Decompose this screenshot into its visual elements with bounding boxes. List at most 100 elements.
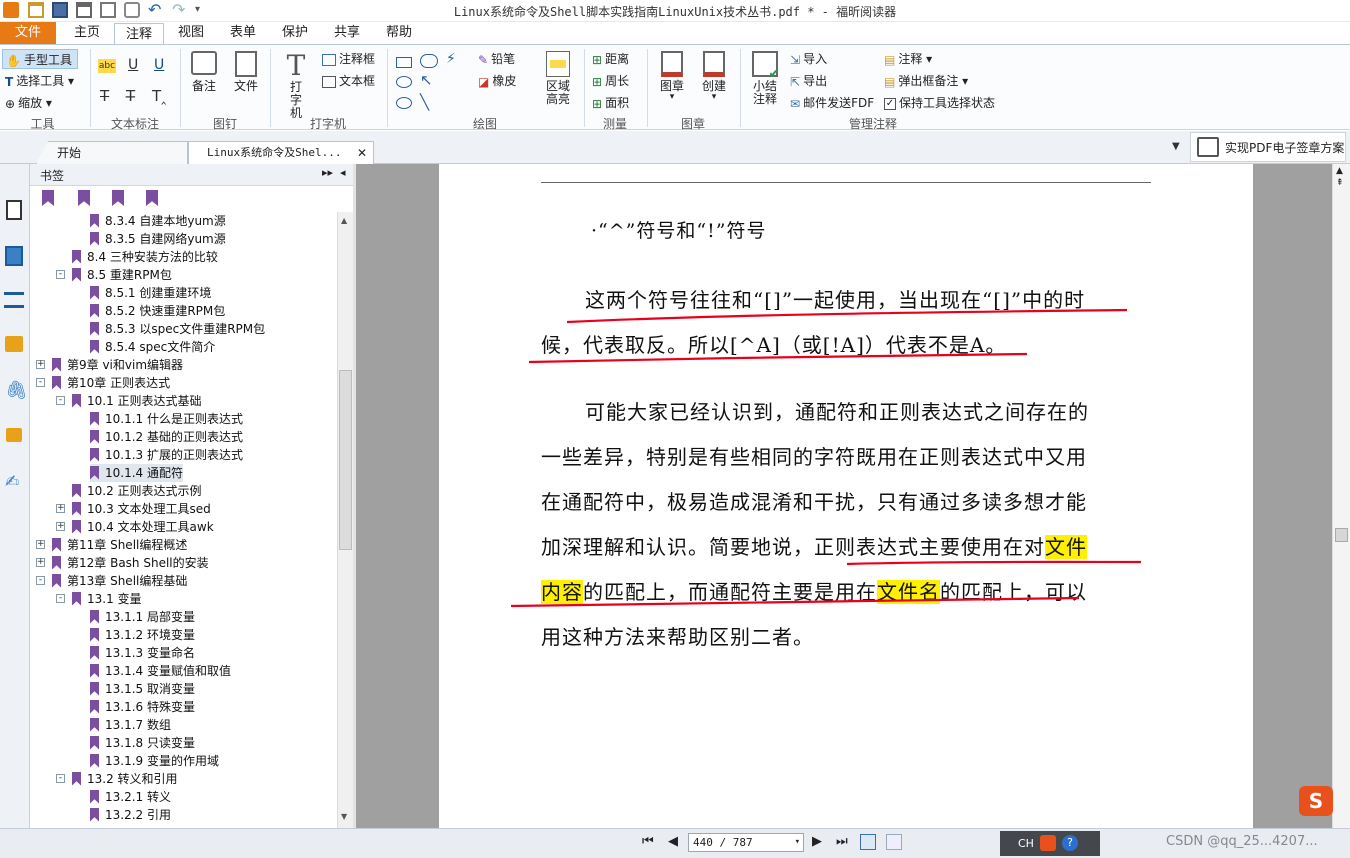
close-tab-icon[interactable]: ✕: [357, 142, 367, 164]
bookmark-item[interactable]: 13.1.1 局部变量: [90, 608, 195, 626]
import-button[interactable]: ⇲ 导入: [790, 49, 827, 69]
bookmark-item[interactable]: - 第13章 Shell编程基础: [36, 572, 187, 590]
replace-text-icon[interactable]: T̶: [126, 87, 135, 105]
scroll-up-icon[interactable]: ▲: [1336, 166, 1343, 176]
keep-tool-checkbox[interactable]: ✓ 保持工具选择状态: [884, 93, 995, 113]
bookmark-item[interactable]: 10.2 正则表达式示例: [72, 482, 202, 500]
attachment-icon[interactable]: 🖇: [5, 380, 28, 401]
lock-icon[interactable]: [6, 428, 22, 442]
tab-form[interactable]: 表单: [218, 22, 268, 44]
tab-list-dropdown-icon[interactable]: ▼: [1172, 141, 1180, 152]
bookmark-item[interactable]: - 10.1 正则表达式基础: [56, 392, 202, 410]
create-stamp-button[interactable]: 创建 ▾: [694, 51, 734, 102]
first-page-icon[interactable]: ⏮: [642, 834, 654, 849]
layers-icon[interactable]: [5, 246, 23, 266]
stamp-button[interactable]: 图章 ▾: [652, 51, 692, 102]
export-button[interactable]: ⇱ 导出: [790, 71, 827, 91]
insert-text-icon[interactable]: T‸: [152, 87, 166, 105]
callout-button[interactable]: 注释框: [322, 49, 375, 69]
last-page-icon[interactable]: ⏭: [836, 834, 848, 849]
tab-home[interactable]: 主页: [62, 22, 112, 44]
collapse-icon[interactable]: -: [36, 576, 45, 585]
area-highlight-button[interactable]: 区域高亮: [538, 51, 578, 106]
zoom-tool-button[interactable]: ⊕ 缩放 ▾: [5, 93, 52, 113]
page-number-input[interactable]: 440 / 787 ▾: [688, 833, 804, 852]
prev-page-icon[interactable]: ◀: [668, 834, 678, 849]
bookmark-item[interactable]: 8.5.2 快速重建RPM包: [90, 302, 225, 320]
strikeout-icon[interactable]: T: [100, 87, 109, 105]
bookmark-item[interactable]: 13.1.3 变量命名: [90, 644, 195, 662]
bookmark-item[interactable]: 13.1.9 变量的作用域: [90, 752, 219, 770]
bookmark-item[interactable]: - 13.2 转义和引用: [56, 770, 178, 788]
tab-share[interactable]: 共享: [322, 22, 372, 44]
delete-bookmark-icon[interactable]: [42, 190, 54, 206]
scroll-up-icon[interactable]: ▲: [341, 216, 347, 225]
email-fdf-button[interactable]: ✉ 邮件发送FDF: [790, 93, 874, 113]
expand-bookmark-icon[interactable]: [146, 190, 158, 206]
bookmark-item[interactable]: 13.2.1 转义: [90, 788, 171, 806]
collapse-icon[interactable]: -: [56, 594, 65, 603]
file-attach-button[interactable]: 文件: [228, 51, 264, 93]
bookmark-item[interactable]: 8.5.3 以spec文件重建RPM包: [90, 320, 265, 338]
squiggly-underline-icon[interactable]: U: [128, 57, 138, 73]
expand-icon[interactable]: +: [36, 360, 45, 369]
eraser-button[interactable]: ◪ 橡皮: [478, 71, 516, 91]
page-dropdown-icon[interactable]: ▾: [795, 834, 800, 851]
go-to-bookmark-icon[interactable]: [112, 190, 124, 206]
pencil-button[interactable]: ✎ 铅笔: [478, 49, 515, 69]
hand-tool-button[interactable]: ✋ 手型工具: [2, 49, 78, 69]
bookmark-item[interactable]: 13.2.2 引用: [90, 806, 171, 824]
collapse-panel-icon[interactable]: ◂: [340, 166, 346, 179]
pages-icon[interactable]: [6, 200, 22, 220]
add-bookmark-icon[interactable]: [78, 190, 90, 206]
typewriter-button[interactable]: T 打字机: [276, 51, 316, 120]
comment-dropdown[interactable]: ▤ 注释 ▾: [884, 49, 932, 69]
bookmark-item[interactable]: 8.5.1 创建重建环境: [90, 284, 211, 302]
tab-start[interactable]: 开始: [36, 141, 188, 164]
ink-underline[interactable]: [846, 560, 1142, 566]
ink-underline[interactable]: [566, 308, 1128, 324]
scroll-top-icon[interactable]: ⇞: [1336, 178, 1344, 188]
next-page-icon[interactable]: ▶: [812, 834, 822, 849]
tab-protect[interactable]: 保护: [270, 22, 320, 44]
bookmark-item[interactable]: 8.5.4 spec文件简介: [90, 338, 215, 356]
area-button[interactable]: ⊞ 面积: [592, 93, 629, 113]
bookmark-item[interactable]: 10.1.4 通配符: [90, 464, 183, 482]
tab-comment[interactable]: 注释: [114, 23, 164, 45]
expand-icon[interactable]: +: [56, 504, 65, 513]
ime-toolbar[interactable]: CH ?: [1000, 831, 1100, 856]
help-icon[interactable]: ?: [1062, 835, 1078, 851]
tab-help[interactable]: 帮助: [374, 22, 424, 44]
previous-view-icon[interactable]: [860, 834, 876, 850]
bookmark-item[interactable]: + 第11章 Shell编程概述: [36, 536, 187, 554]
cloud-tool-icon[interactable]: [420, 54, 438, 68]
bookmark-scroll-thumb[interactable]: [339, 370, 352, 550]
underline-icon[interactable]: U: [154, 57, 164, 73]
bookmark-item[interactable]: - 13.1 变量: [56, 590, 142, 608]
bookmark-item[interactable]: 13.1.5 取消变量: [90, 680, 195, 698]
line-tool-icon[interactable]: ╲: [420, 93, 429, 111]
ink-underline[interactable]: [528, 352, 1028, 364]
bookmark-item[interactable]: 13.1.8 只读变量: [90, 734, 195, 752]
bookmark-item[interactable]: 8.4 三种安装方法的比较: [72, 248, 218, 266]
bookmark-item[interactable]: 10.1.1 什么是正则表达式: [90, 410, 243, 428]
comments-panel-icon[interactable]: [5, 336, 23, 352]
popup-note-dropdown[interactable]: ▤ 弹出框备注 ▾: [884, 71, 968, 91]
bookmark-item[interactable]: 13.1.2 环境变量: [90, 626, 195, 644]
bookmark-item[interactable]: 13.1.4 变量赋值和取值: [90, 662, 231, 680]
bookmark-item[interactable]: + 第12章 Bash Shell的安装: [36, 554, 209, 572]
rectangle-tool-icon[interactable]: [396, 57, 412, 68]
signature-panel-icon[interactable]: ✍: [5, 472, 19, 492]
note-button[interactable]: 备注: [186, 51, 222, 93]
collapse-icon[interactable]: -: [56, 774, 65, 783]
collapse-icon[interactable]: -: [56, 396, 65, 405]
sogou-ime-icon[interactable]: S: [1299, 786, 1333, 816]
collapse-icon[interactable]: -: [36, 378, 45, 387]
sogou-small-icon[interactable]: [1040, 835, 1056, 851]
select-tool-button[interactable]: T 选择工具 ▾: [5, 71, 74, 91]
expand-icon[interactable]: +: [36, 558, 45, 567]
summarize-comments-button[interactable]: ✔ 小结注释: [746, 51, 784, 106]
highlight-text-icon[interactable]: abc: [98, 59, 116, 73]
bookmark-item[interactable]: 13.1.6 特殊变量: [90, 698, 195, 716]
textbox-button[interactable]: 文本框: [322, 71, 375, 91]
